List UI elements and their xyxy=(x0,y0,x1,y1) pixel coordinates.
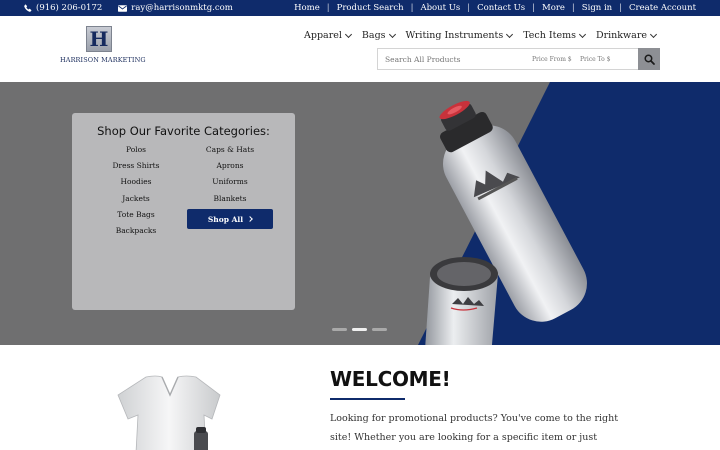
chevron-down-icon xyxy=(506,30,514,38)
category-dress-shirts[interactable]: Dress Shirts xyxy=(86,158,186,174)
category-tote-bags[interactable]: Tote Bags xyxy=(86,207,186,223)
email-icon xyxy=(118,4,128,12)
chevron-down-icon xyxy=(344,30,352,38)
chevron-right-icon xyxy=(247,216,253,222)
link-home[interactable]: Home xyxy=(294,3,320,13)
search-bar xyxy=(377,48,660,70)
link-separator: | xyxy=(571,3,575,13)
welcome-section: WELCOME! Looking for promotional product… xyxy=(0,345,720,450)
nav-label: Writing Instruments xyxy=(405,30,504,41)
tshirt-product-image xyxy=(117,375,221,450)
nav-label: Bags xyxy=(361,30,386,41)
chevron-down-icon xyxy=(388,30,396,38)
carousel-dot-2[interactable] xyxy=(352,328,367,331)
welcome-title: WELCOME! xyxy=(330,367,451,391)
category-polos[interactable]: Polos xyxy=(86,142,186,158)
carousel-dot-3[interactable] xyxy=(372,328,387,331)
carousel-indicators xyxy=(332,328,387,331)
link-separator: | xyxy=(326,3,330,13)
phone-number[interactable]: (916) 206-0172 xyxy=(36,3,102,13)
nav-writing-instruments[interactable]: Writing Instruments xyxy=(405,30,514,41)
price-to-input[interactable] xyxy=(576,55,624,63)
nav-drinkware[interactable]: Drinkware xyxy=(595,30,658,41)
search-button[interactable] xyxy=(638,48,660,70)
main-navigation: Apparel Bags Writing Instruments Tech It… xyxy=(304,30,658,41)
nav-label: Tech Items xyxy=(523,30,576,41)
category-jackets[interactable]: Jackets xyxy=(86,191,186,207)
search-input[interactable] xyxy=(378,54,528,64)
nav-label: Drinkware xyxy=(595,30,647,41)
utility-links: Home | Product Search | About Us | Conta… xyxy=(294,3,696,13)
email-address[interactable]: ray@harrisonmktg.com xyxy=(131,3,232,13)
chevron-down-icon xyxy=(649,30,658,38)
site-header: H HARRISON MARKETING Apparel Bags Writin… xyxy=(0,16,720,82)
link-separator: | xyxy=(619,3,623,13)
chevron-down-icon xyxy=(578,30,587,38)
link-separator: | xyxy=(532,3,535,13)
category-aprons[interactable]: Aprons xyxy=(180,158,280,174)
category-blankets[interactable]: Blankets xyxy=(180,191,280,207)
category-backpacks[interactable]: Backpacks xyxy=(86,223,186,239)
contact-info: (916) 206-0172 ray@harrisonmktg.com xyxy=(24,3,233,13)
link-more[interactable]: More xyxy=(542,3,565,13)
link-contact-us[interactable]: Contact Us xyxy=(477,3,525,13)
phone-icon xyxy=(24,4,32,12)
title-underline xyxy=(330,398,405,400)
price-from-input[interactable] xyxy=(528,55,576,63)
category-uniforms[interactable]: Uniforms xyxy=(180,174,280,190)
carousel-dot-1[interactable] xyxy=(332,328,347,331)
welcome-text: Looking for promotional products? You've… xyxy=(330,413,619,443)
logo-text: HARRISON MARKETING xyxy=(60,56,146,64)
categories-panel: Shop Our Favorite Categories: Polos Dres… xyxy=(72,113,295,310)
link-separator: | xyxy=(410,3,414,13)
hero-banner: Shop Our Favorite Categories: Polos Dres… xyxy=(0,82,720,345)
category-hoodies[interactable]: Hoodies xyxy=(86,174,186,190)
top-bar: (916) 206-0172 ray@harrisonmktg.com Home… xyxy=(0,0,720,16)
link-about-us[interactable]: About Us xyxy=(420,3,460,13)
link-sign-in[interactable]: Sign in xyxy=(582,3,612,13)
link-separator: | xyxy=(467,3,471,13)
nav-tech-items[interactable]: Tech Items xyxy=(523,30,587,41)
categories-left-column: Polos Dress Shirts Hoodies Jackets Tote … xyxy=(86,142,186,239)
link-create-account[interactable]: Create Account xyxy=(629,3,696,13)
shop-all-label: Shop All xyxy=(207,214,244,224)
site-logo[interactable]: H HARRISON MARKETING xyxy=(60,26,146,64)
categories-heading: Shop Our Favorite Categories: xyxy=(97,124,270,138)
category-caps-hats[interactable]: Caps & Hats xyxy=(180,142,280,158)
logo-mark: H xyxy=(86,26,112,52)
categories-right-column: Caps & Hats Aprons Uniforms Blankets xyxy=(180,142,280,207)
nav-bags[interactable]: Bags xyxy=(361,30,396,41)
nav-apparel[interactable]: Apparel xyxy=(304,30,352,41)
search-icon xyxy=(643,53,655,65)
link-product-search[interactable]: Product Search xyxy=(337,3,404,13)
nav-label: Apparel xyxy=(304,30,342,41)
shop-all-button[interactable]: Shop All xyxy=(187,209,273,229)
